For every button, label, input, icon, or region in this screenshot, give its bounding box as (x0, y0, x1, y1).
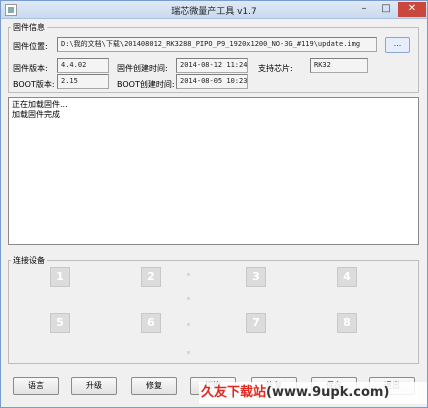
device-slot-7[interactable]: 7 (246, 313, 266, 333)
app-window: 瑞芯微量产工具 v1.7 – □ ✕ 固件信息 固件位置: D:\我的文档\下载… (0, 0, 428, 408)
minimize-button[interactable]: – (353, 2, 375, 17)
boot-created-field[interactable]: 2014-08-05 10:23:23 (176, 74, 248, 89)
log-line: 加载固件完成 (12, 110, 60, 119)
log-textarea[interactable]: 正在加载固件... 加载固件完成 (8, 97, 419, 245)
firmware-path-label: 固件位置: (13, 42, 48, 51)
device-slot-1[interactable]: 1 (50, 267, 70, 287)
upgrade-button[interactable]: 升级 (71, 377, 117, 395)
devices-group-label: 连接设备 (11, 255, 47, 266)
device-slot-8[interactable]: 8 (337, 313, 357, 333)
device-slot-5[interactable]: 5 (50, 313, 70, 333)
boot-version-label: BOOT版本: (13, 80, 55, 89)
repair-button[interactable]: 修复 (131, 377, 177, 395)
site-watermark: 久友下载站(www.9upk.com) (199, 382, 427, 404)
chip-label: 支持芯片: (258, 64, 293, 73)
device-slot-6[interactable]: 6 (141, 313, 161, 333)
firmware-info-group-label: 固件信息 (11, 22, 47, 33)
maximize-button[interactable]: □ (375, 2, 397, 17)
boot-created-label: BOOT创建时间: (117, 80, 175, 89)
close-button[interactable]: ✕ (398, 2, 426, 17)
title-bar[interactable]: 瑞芯微量产工具 v1.7 – □ ✕ (1, 1, 427, 19)
firmware-version-label: 固件版本: (13, 64, 48, 73)
separator-dot (187, 351, 190, 354)
firmware-created-field[interactable]: 2014-08-12 11:24:31 (176, 58, 248, 73)
firmware-version-field[interactable]: 4.4.02 (57, 58, 109, 73)
device-slot-3[interactable]: 3 (246, 267, 266, 287)
log-line: 正在加载固件... (12, 100, 68, 109)
device-slot-2[interactable]: 2 (141, 267, 161, 287)
boot-version-field[interactable]: 2.15 (57, 74, 109, 89)
separator-dot (187, 297, 190, 300)
firmware-path-field[interactable]: D:\我的文档\下载\201408012_RK3288_PIPO_P9_1920… (57, 37, 377, 52)
separator-dot (187, 273, 190, 276)
chip-field[interactable]: RK32 (310, 58, 368, 73)
device-slot-4[interactable]: 4 (337, 267, 357, 287)
watermark-site-name: 久友下载站 (201, 385, 267, 400)
browse-button[interactable]: ... (385, 37, 410, 53)
separator-dot (187, 323, 190, 326)
firmware-created-label: 固件创建时间: (117, 64, 168, 73)
watermark-site-url: (www.9upk.com) (266, 385, 390, 400)
language-button[interactable]: 语言 (13, 377, 59, 395)
